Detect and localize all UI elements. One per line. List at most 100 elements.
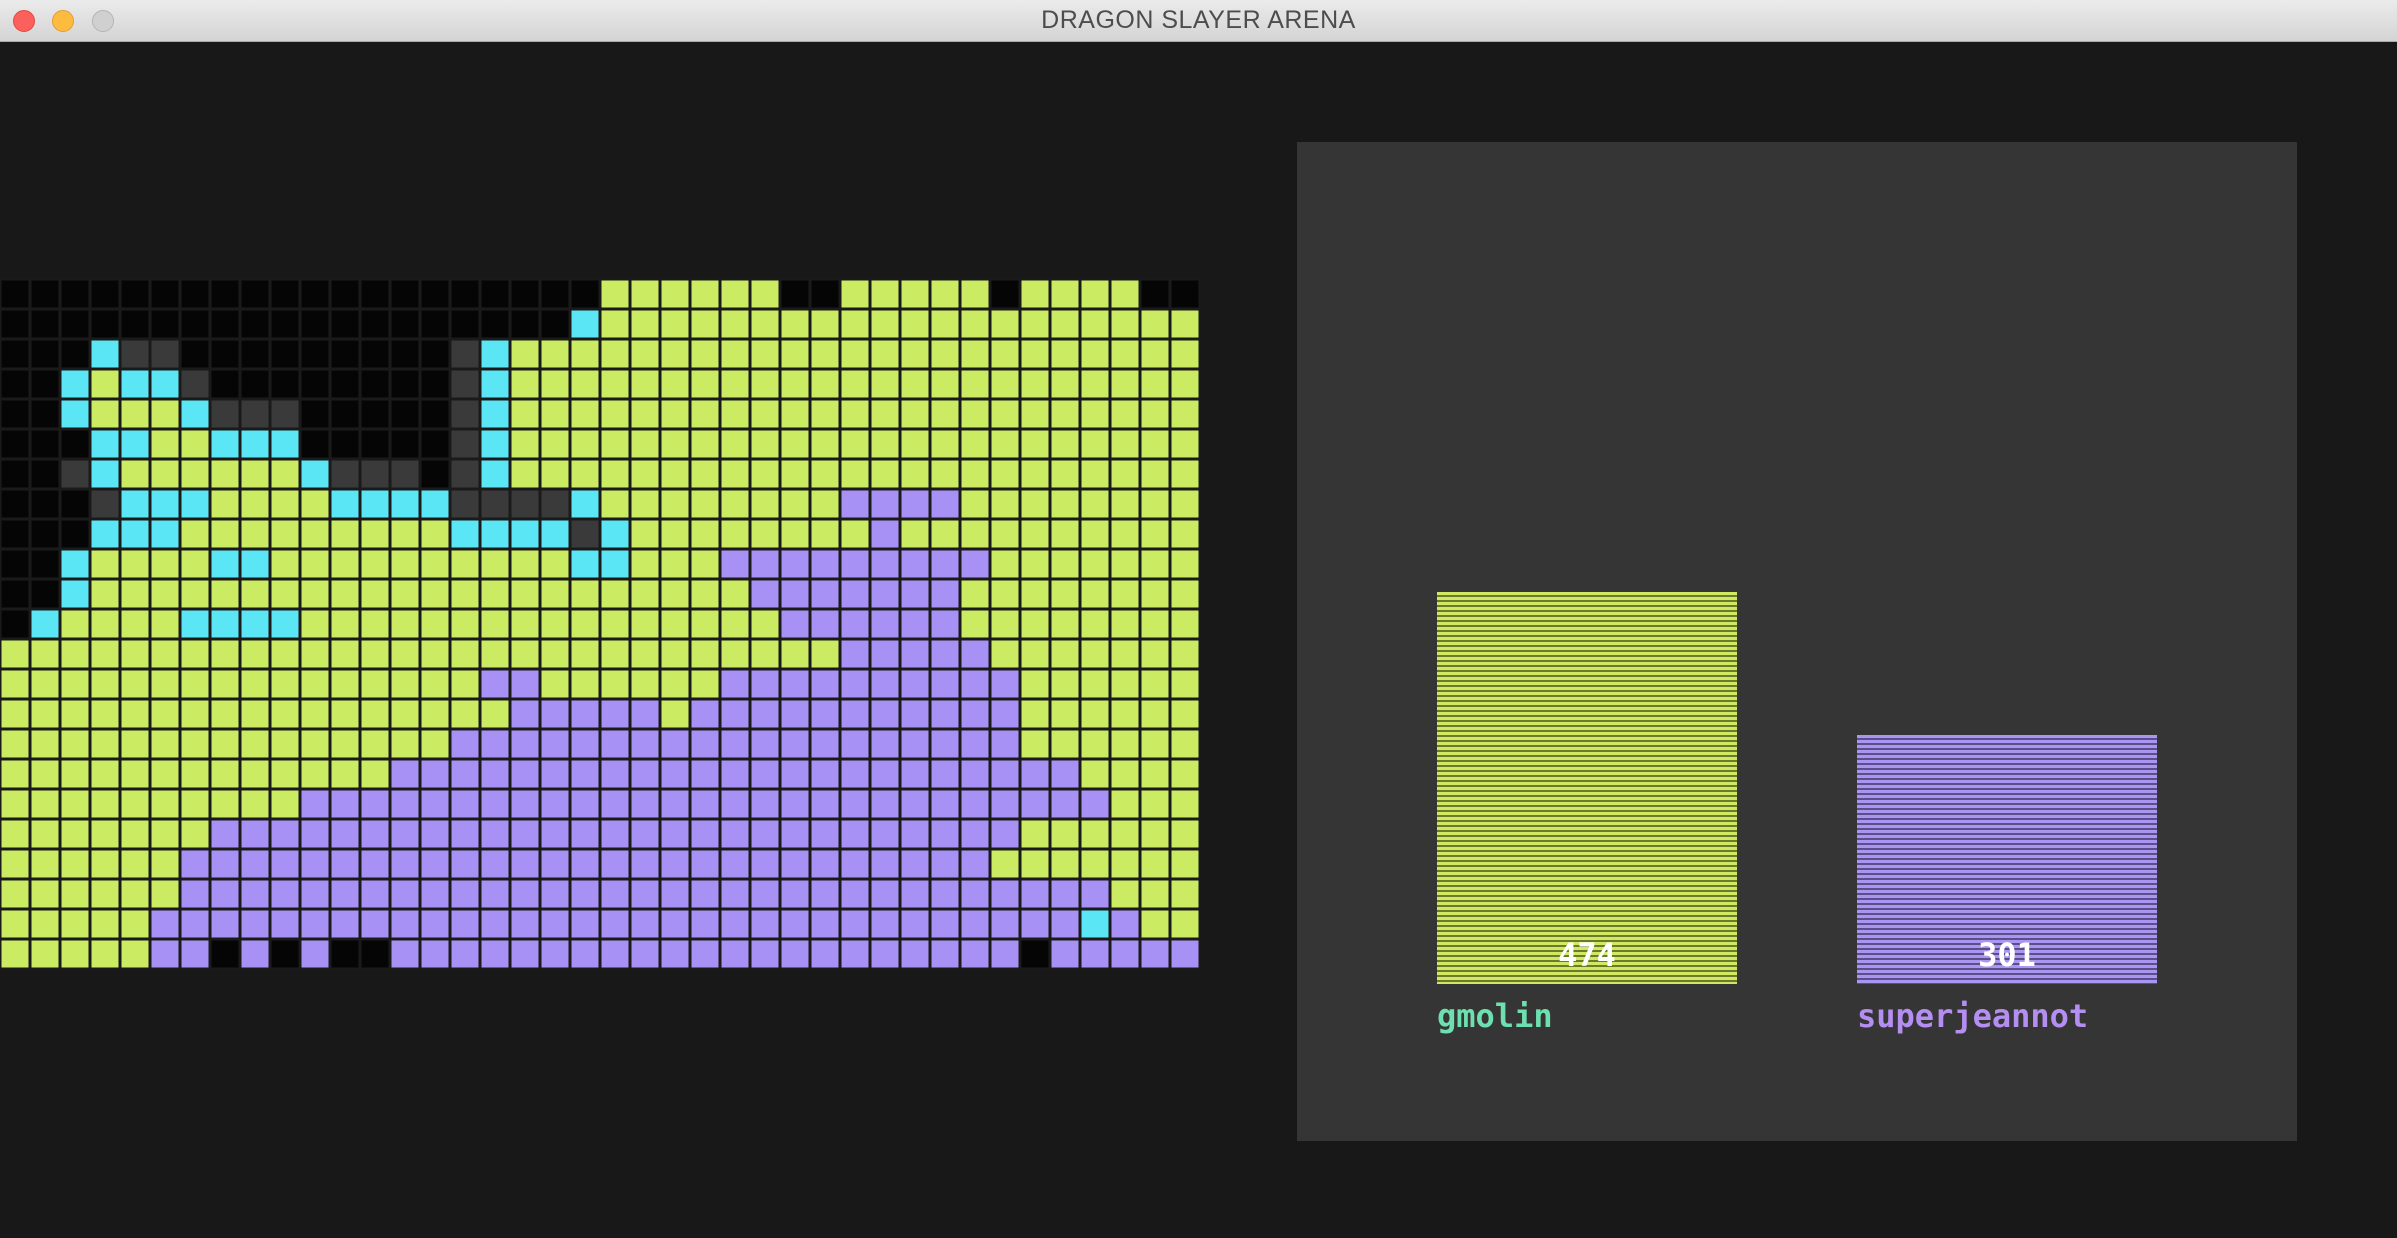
board-cell-green: [721, 370, 749, 398]
board-cell-purple: [661, 790, 689, 818]
board-cell-empty: [301, 430, 329, 458]
board-cell-cyan: [181, 490, 209, 518]
board-cell-green: [631, 610, 659, 638]
board-cell-green: [541, 340, 569, 368]
board-cell-green: [331, 760, 359, 788]
window-title: DRAGON SLAYER ARENA: [1041, 6, 1356, 34]
board-cell-green: [421, 730, 449, 758]
board-cell-green: [601, 670, 629, 698]
board-cell-empty: [61, 520, 89, 548]
board-cell-purple: [691, 790, 719, 818]
board-cell-green: [601, 490, 629, 518]
board-cell-green: [961, 280, 989, 308]
board-cell-purple: [961, 820, 989, 848]
arena-board: [0, 279, 1200, 969]
board-cell-green: [721, 340, 749, 368]
board-cell-green: [781, 400, 809, 428]
board-cell-green: [31, 850, 59, 878]
player-name-gmolin: gmolin: [1437, 997, 1553, 1035]
board-cell-cyan: [481, 370, 509, 398]
board-cell-purple: [571, 790, 599, 818]
board-cell-green: [61, 730, 89, 758]
board-cell-wall: [451, 460, 479, 488]
board-cell-empty: [61, 310, 89, 338]
board-cell-green: [811, 430, 839, 458]
board-cell-green: [661, 430, 689, 458]
board-cell-purple: [511, 880, 539, 908]
board-cell-purple: [931, 910, 959, 938]
board-cell-green: [121, 460, 149, 488]
board-cell-purple: [991, 940, 1019, 968]
board-cell-purple: [511, 730, 539, 758]
board-cell-green: [241, 460, 269, 488]
board-cell-green: [391, 670, 419, 698]
board-cell-green: [811, 400, 839, 428]
board-cell-purple: [991, 730, 1019, 758]
board-cell-green: [1081, 460, 1109, 488]
board-cell-purple: [301, 850, 329, 878]
board-cell-empty: [361, 340, 389, 368]
board-cell-green: [1021, 370, 1049, 398]
board-cell-wall: [241, 400, 269, 428]
board-cell-green: [31, 670, 59, 698]
board-cell-green: [721, 610, 749, 638]
board-cell-purple: [211, 820, 239, 848]
board-cell-green: [421, 700, 449, 728]
board-cell-green: [601, 640, 629, 668]
board-cell-green: [61, 700, 89, 728]
board-cell-green: [1111, 280, 1139, 308]
board-cell-purple: [931, 760, 959, 788]
board-cell-purple: [151, 910, 179, 938]
board-cell-purple: [1111, 940, 1139, 968]
board-cell-green: [1051, 730, 1079, 758]
board-cell-green: [661, 340, 689, 368]
board-cell-empty: [31, 430, 59, 458]
board-cell-green: [1171, 370, 1199, 398]
board-cell-green: [571, 580, 599, 608]
board-cell-purple: [781, 760, 809, 788]
board-cell-purple: [781, 700, 809, 728]
board-cell-green: [1141, 340, 1169, 368]
board-cell-green: [361, 700, 389, 728]
board-cell-green: [781, 340, 809, 368]
board-cell-green: [91, 730, 119, 758]
board-cell-green: [91, 940, 119, 968]
board-cell-cyan: [421, 490, 449, 518]
board-cell-empty: [301, 340, 329, 368]
board-cell-purple: [421, 880, 449, 908]
board-cell-cyan: [211, 430, 239, 458]
board-cell-green: [1141, 760, 1169, 788]
board-cell-purple: [691, 760, 719, 788]
board-cell-green: [301, 550, 329, 578]
board-cell-green: [1141, 490, 1169, 518]
board-cell-green: [691, 370, 719, 398]
board-cell-purple: [451, 850, 479, 878]
board-cell-purple: [871, 940, 899, 968]
board-cell-green: [1051, 430, 1079, 458]
board-cell-green: [1051, 340, 1079, 368]
board-cell-purple: [601, 880, 629, 908]
board-cell-green: [151, 400, 179, 428]
board-cell-green: [691, 640, 719, 668]
board-cell-purple: [331, 850, 359, 878]
board-cell-purple: [721, 730, 749, 758]
board-cell-cyan: [601, 520, 629, 548]
board-cell-green: [1, 700, 29, 728]
board-cell-empty: [541, 280, 569, 308]
board-cell-empty: [421, 460, 449, 488]
board-cell-green: [151, 760, 179, 788]
board-cell-green: [901, 460, 929, 488]
board-cell-empty: [361, 280, 389, 308]
board-cell-wall: [151, 340, 179, 368]
board-cell-green: [1141, 910, 1169, 938]
board-cell-green: [661, 280, 689, 308]
board-cell-green: [1141, 880, 1169, 908]
board-cell-purple: [541, 700, 569, 728]
board-cell-green: [1051, 520, 1079, 548]
board-cell-cyan: [151, 520, 179, 548]
board-cell-green: [751, 430, 779, 458]
board-cell-green: [1021, 310, 1049, 338]
board-cell-green: [781, 460, 809, 488]
board-cell-green: [121, 730, 149, 758]
board-cell-empty: [511, 280, 539, 308]
